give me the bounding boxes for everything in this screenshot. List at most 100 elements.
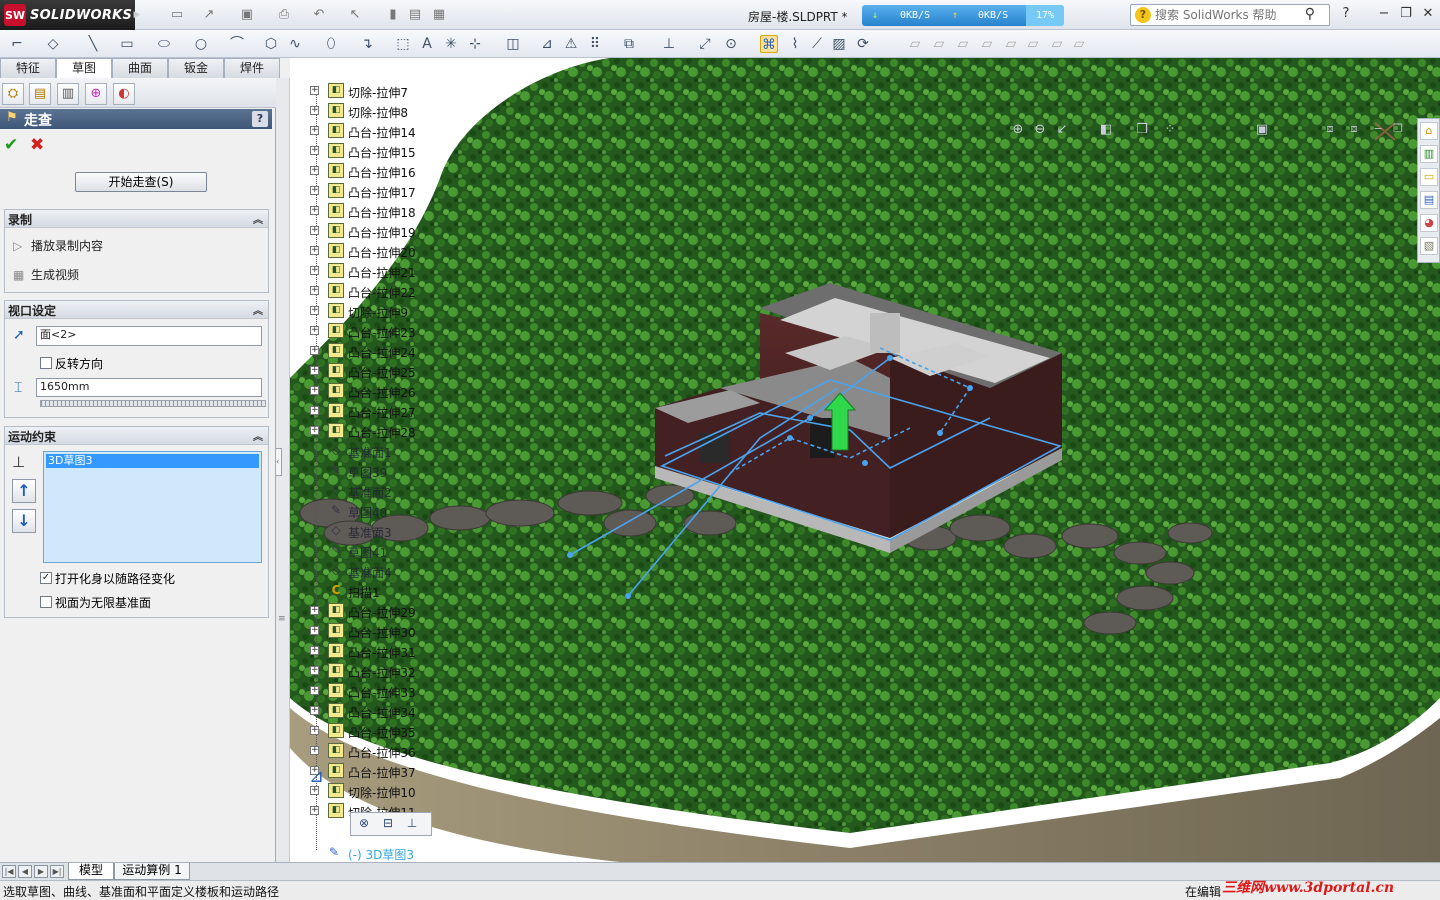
collapse-panel-icon[interactable]: ‹ <box>276 448 282 476</box>
pm-help-icon[interactable]: ? <box>252 111 268 127</box>
convert-entities-icon[interactable]: ◫ <box>504 35 522 53</box>
view-minimize-icon[interactable]: − <box>1370 122 1386 136</box>
expand-icon[interactable]: + <box>310 646 319 655</box>
tab-features[interactable]: 特征 <box>0 58 56 78</box>
tab-model[interactable]: 模型 <box>68 863 114 880</box>
select-icon[interactable]: ↖ <box>346 6 364 24</box>
home-icon[interactable]: ⌂ <box>1420 122 1438 140</box>
cancel-x-icon[interactable]: ✖ <box>30 135 44 155</box>
expand-icon[interactable]: + <box>310 366 319 375</box>
infinite-plane-checkbox[interactable] <box>40 596 52 608</box>
expand-icon[interactable]: + <box>310 206 319 215</box>
mirror-icon[interactable]: ⊿ <box>538 35 556 53</box>
tool-a-icon[interactable]: ▱ <box>906 35 924 53</box>
file-properties-icon[interactable]: ▤ <box>406 6 424 24</box>
move-up-icon[interactable]: ↑ <box>12 479 36 503</box>
path-icon[interactable]: ⌇ <box>786 35 804 53</box>
first-tab-icon[interactable]: |◀ <box>2 865 16 878</box>
expand-icon[interactable]: + <box>310 686 319 695</box>
collapse-icon[interactable]: ︽ <box>253 428 263 443</box>
options-icon[interactable]: ▦ <box>430 6 448 24</box>
view-settings-icon[interactable]: ▣ <box>1254 122 1270 138</box>
property-manager-icon[interactable]: ▤ <box>29 83 51 105</box>
sketch-fillet-icon[interactable]: ◇ <box>44 35 62 53</box>
smart-dimension-icon[interactable]: ⌐ <box>8 35 26 53</box>
menu-arrow-icon[interactable]: ▶ <box>128 6 146 24</box>
tab-sheet-metal[interactable]: 钣金 <box>168 58 224 78</box>
motion-group-header[interactable]: 运动约束 ︽ <box>5 427 268 445</box>
expand-icon[interactable]: + <box>310 606 319 615</box>
expand-icon[interactable]: + <box>310 706 319 715</box>
last-tab-icon[interactable]: ▶| <box>50 865 64 878</box>
text-icon[interactable]: A <box>418 35 436 53</box>
viewport-group-header[interactable]: 视口设定 ︽ <box>5 301 268 319</box>
move-entities-icon[interactable]: ⧉ <box>620 35 638 53</box>
spline-icon[interactable]: ∿ <box>286 35 304 53</box>
tool-e-icon[interactable]: ▱ <box>1002 35 1020 53</box>
view-palette-icon[interactable]: ▤ <box>1420 191 1438 209</box>
circle-icon[interactable]: ○ <box>192 35 210 53</box>
expand-icon[interactable]: + <box>310 346 319 355</box>
rebuild-icon[interactable]: ▮ <box>384 6 402 24</box>
next-tab-icon[interactable]: ▶ <box>34 865 48 878</box>
expand-icon[interactable]: + <box>310 186 319 195</box>
expand-icon[interactable]: + <box>310 146 319 155</box>
expand-icon[interactable]: + <box>310 246 319 255</box>
expand-icon[interactable]: + <box>310 226 319 235</box>
tool-h-icon[interactable]: ▱ <box>1070 35 1088 53</box>
expand-icon[interactable]: + <box>310 726 319 735</box>
eye-height-field[interactable]: 1650mm <box>36 378 262 397</box>
expand-icon[interactable]: + <box>310 426 319 435</box>
avatar-follow-checkbox[interactable]: ✓ <box>40 572 52 584</box>
expand-icon[interactable]: + <box>310 86 319 95</box>
solidworks-logo[interactable]: SW SOLIDWORKS <box>0 0 135 30</box>
zoom-area-icon[interactable]: ⊖ <box>1032 122 1048 138</box>
expand-icon[interactable]: + <box>310 326 319 335</box>
panel-splitter[interactable]: ‹ ≡ <box>276 78 290 862</box>
graphics-area[interactable]: ⊕ ⊖ ↙ ◧ ❒ ⁘ ▣ ⧈ ⧈ − ❐ ✕ <box>290 58 1440 862</box>
expand-icon[interactable]: + <box>310 166 319 175</box>
tool-f-icon[interactable]: ▱ <box>1024 35 1042 53</box>
undo-icon[interactable]: ↶ <box>310 6 328 24</box>
link-icon[interactable]: ⊗ <box>355 816 373 834</box>
previous-view-icon[interactable]: ↙ <box>1054 122 1070 138</box>
tool-g-icon[interactable]: ▱ <box>1048 35 1066 53</box>
expand-icon[interactable]: + <box>310 106 319 115</box>
help-search[interactable]: ? ⚲ <box>1130 4 1330 26</box>
tab-weldments[interactable]: 焊件 <box>224 58 280 78</box>
image-icon[interactable]: ▨ <box>830 35 848 53</box>
print-icon[interactable]: ⎙ <box>275 6 293 24</box>
dimxpert-icon[interactable]: ⊕ <box>85 83 107 105</box>
tool-d-icon[interactable]: ▱ <box>978 35 996 53</box>
save-icon[interactable]: ▣ <box>238 6 256 24</box>
view-restore-icon[interactable]: ❐ <box>1390 122 1406 136</box>
trim-icon[interactable]: ⊹ <box>466 35 484 53</box>
repair-sketch-icon[interactable]: ⤢ <box>696 35 714 53</box>
file-explorer-icon[interactable]: ▭ <box>1420 168 1438 186</box>
expand-icon[interactable]: + <box>310 386 319 395</box>
rapid-sketch-icon[interactable]: ⟳ <box>854 35 872 53</box>
expand-icon[interactable]: + <box>310 126 319 135</box>
offset-icon[interactable]: ⬚ <box>394 35 412 53</box>
expand-icon[interactable]: + <box>310 626 319 635</box>
close-icon[interactable]: ✕ <box>1418 5 1438 23</box>
generate-video-row[interactable]: ▦ 生成视频 <box>13 266 79 283</box>
ellipse-icon[interactable]: ⬯ <box>322 35 340 53</box>
path-selection-list[interactable]: 3D草图3 <box>43 451 262 563</box>
collapse-icon[interactable]: ︽ <box>253 302 263 317</box>
tool-b-icon[interactable]: ▱ <box>930 35 948 53</box>
play-recording-row[interactable]: ▷ 播放录制内容 <box>13 237 103 254</box>
expand-icon[interactable]: + <box>310 306 319 315</box>
quick-snaps-icon[interactable]: ⊙ <box>722 35 740 53</box>
eye-height-slider[interactable] <box>40 400 266 407</box>
line-icon[interactable]: ╲ <box>84 35 102 53</box>
selected-path-item[interactable]: 3D草图3 <box>46 454 259 468</box>
section-view-icon[interactable]: ◧ <box>1098 122 1114 138</box>
reverse-direction-checkbox[interactable] <box>40 357 52 369</box>
sketch-picture-icon[interactable]: ⟋ <box>808 35 826 53</box>
expand-icon[interactable]: + <box>310 806 319 815</box>
tile-view-icon[interactable]: ⧈ <box>1346 122 1362 136</box>
help-search-input[interactable] <box>1155 7 1295 23</box>
arc-icon[interactable]: ⌒ <box>228 35 246 53</box>
splitter-grip-icon[interactable]: ≡ <box>278 614 286 624</box>
